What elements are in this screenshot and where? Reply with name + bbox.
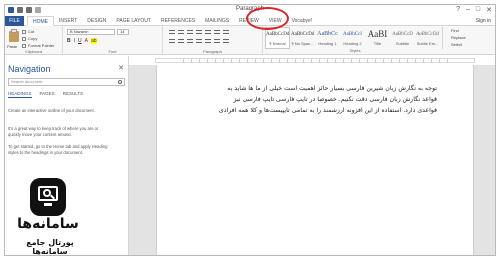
format-painter-button[interactable]: Format Painter <box>22 43 54 48</box>
tab-results[interactable]: RESULTS <box>63 91 83 98</box>
brush-icon <box>22 43 26 48</box>
document-paragraph[interactable]: توجه به نگارش زبان شیرین فارسی بسیار حائ… <box>207 83 437 116</box>
paragraph-group: Paragraph <box>163 26 263 55</box>
logo-subtitle: پورتال جامع سامانه‌ها <box>26 238 74 256</box>
window-controls: ? – □ ✕ <box>456 6 492 14</box>
font-color-icon[interactable]: A <box>85 38 88 44</box>
close-button[interactable]: ✕ <box>486 6 492 14</box>
styles-group-label: Styles <box>349 48 361 53</box>
tab-insert[interactable]: INSERT <box>54 16 82 26</box>
help-button[interactable]: ? <box>456 6 460 14</box>
tab-home[interactable]: HOME <box>27 16 54 26</box>
bold-button[interactable]: B <box>67 38 71 44</box>
close-icon[interactable]: ✕ <box>118 64 124 72</box>
scissors-icon <box>22 29 26 34</box>
align-center-icon[interactable] <box>178 39 184 43</box>
tab-page-layout[interactable]: PAGE LAYOUT <box>111 16 156 26</box>
select-button[interactable]: Select <box>451 42 466 47</box>
styles-scrollbar[interactable] <box>442 27 447 49</box>
font-name-box[interactable]: B Nazanin <box>67 29 115 35</box>
paste-button[interactable] <box>8 28 20 43</box>
document-page[interactable]: توجه به نگارش زبان شیرین فارسی بسیار حائ… <box>156 65 474 255</box>
italic-button[interactable]: I <box>74 38 75 44</box>
site-logo: سامانه‌ها پورتال جامع سامانه‌ها <box>8 178 98 258</box>
tab-headings[interactable]: HEADINGS <box>8 91 32 98</box>
search-icon[interactable] <box>118 80 122 84</box>
clipboard-group: Paste Cut Copy Format Painter Clipboard <box>5 26 63 55</box>
style-normal[interactable]: AaBbCcDd ¶ Normal <box>265 27 290 49</box>
navigation-title: Navigation <box>8 64 51 74</box>
paragraph-group-label: Paragraph <box>203 49 222 54</box>
line-spacing-icon[interactable] <box>205 39 211 43</box>
logo-name: سامانه‌ها <box>17 216 79 232</box>
numbering-icon[interactable] <box>178 30 184 34</box>
highlight-color-icon[interactable]: ab <box>90 38 97 44</box>
document-line: قواعد نگارش زبان فارسی دقت نکنیم. خصوصا … <box>233 96 437 103</box>
navigation-info-1: Create an interactive outline of your do… <box>8 108 95 113</box>
styles-gallery: AaBbCcDd ¶ Normal AaBbCcDd ¶ No Spac... … <box>265 27 440 49</box>
show-marks-icon[interactable] <box>223 30 229 34</box>
font-group: B Nazanin 14 B I U A ab Font <box>63 26 163 55</box>
clipboard-group-label: Clipboard <box>24 49 43 54</box>
editing-group: Find Replace Select <box>451 28 466 47</box>
bullets-icon[interactable] <box>169 30 175 34</box>
increase-indent-icon[interactable] <box>205 30 211 34</box>
multilevel-list-icon[interactable] <box>187 30 193 34</box>
tab-references[interactable]: REFERENCES <box>156 16 200 26</box>
font-group-label: Font <box>108 49 117 54</box>
justify-icon[interactable] <box>196 39 202 43</box>
style-heading-1[interactable]: AaBbCc Heading 1 <box>315 27 340 49</box>
document-line: قواعدی دارد. استفاده از این افزونه ارزشم… <box>218 107 437 114</box>
replace-button[interactable]: Replace <box>451 35 466 40</box>
navigation-tabs: HEADINGS PAGES RESULTS <box>8 91 83 98</box>
copy-icon <box>22 36 26 41</box>
copy-button[interactable]: Copy <box>22 36 54 41</box>
search-input[interactable]: Search document <box>8 78 125 86</box>
style-subtitle[interactable]: AaBbCcD Subtitle <box>390 27 415 49</box>
find-button[interactable]: Find <box>451 28 466 33</box>
borders-icon[interactable] <box>223 39 229 43</box>
sort-icon[interactable] <box>214 30 220 34</box>
style-no-spacing[interactable]: AaBbCcDd ¶ No Spac... <box>290 27 315 49</box>
document-area: توجه به نگارش زبان شیرین فارسی بسیار حائ… <box>129 65 495 255</box>
tab-file[interactable]: FILE <box>5 16 24 26</box>
minimize-button[interactable]: – <box>466 6 470 14</box>
logo-badge <box>30 178 66 216</box>
navigation-info-2: It's a great way to keep track of where … <box>8 126 99 137</box>
cut-button[interactable]: Cut <box>22 29 54 34</box>
tab-pages[interactable]: PAGES <box>40 91 55 98</box>
tab-design[interactable]: DESIGN <box>82 16 111 26</box>
shading-icon[interactable] <box>214 39 220 43</box>
maximize-button[interactable]: □ <box>476 6 480 14</box>
style-title[interactable]: AaBI Title <box>365 27 390 49</box>
sign-in-link[interactable]: Sign in <box>476 16 491 26</box>
style-subtle-emphasis[interactable]: AaBbCcDd Subtle Em... <box>415 27 440 49</box>
navigation-info-3: To get started, go to the Home tab and a… <box>8 144 108 155</box>
tab-vocabye[interactable]: Vocabye! <box>287 16 318 26</box>
underline-button[interactable]: U <box>78 38 82 44</box>
font-size-box[interactable]: 14 <box>117 29 129 35</box>
tab-mailings[interactable]: MAILINGS <box>200 16 234 26</box>
highlight-circle <box>246 7 289 30</box>
document-line: توجه به نگارش زبان شیرین فارسی بسیار حائ… <box>227 85 437 92</box>
decrease-indent-icon[interactable] <box>196 30 202 34</box>
horizontal-ruler[interactable] <box>155 58 475 63</box>
align-right-icon[interactable] <box>187 39 193 43</box>
style-heading-2[interactable]: AaBbCcI Heading 2 <box>340 27 365 49</box>
align-left-icon[interactable] <box>169 39 175 43</box>
ribbon: Paste Cut Copy Format Painter Clipboard … <box>5 26 495 55</box>
